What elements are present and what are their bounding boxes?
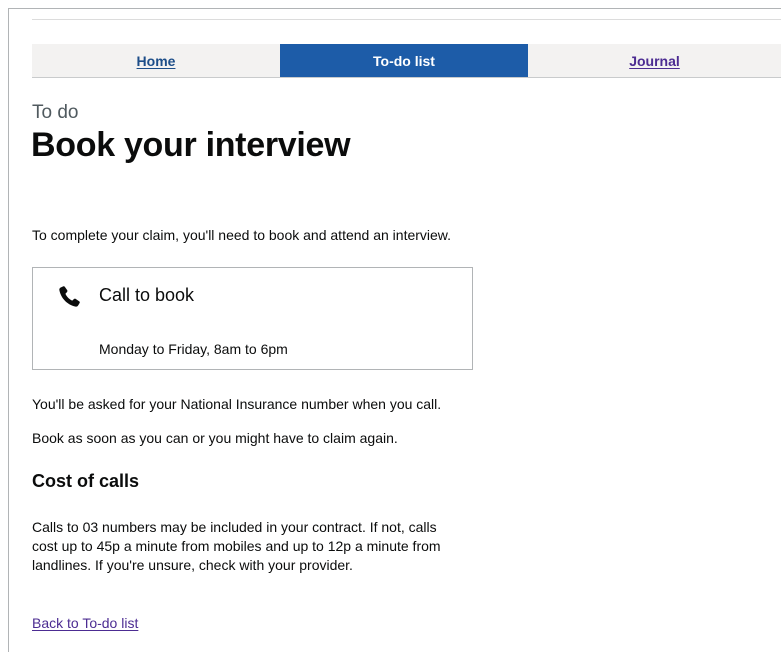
primary-navigation: Home To-do list Journal <box>32 44 781 78</box>
frame-top-border <box>8 8 781 9</box>
header-divider <box>32 19 781 20</box>
phone-icon <box>59 286 80 307</box>
cost-text-line-2: cost up to 45p a minute from mobiles and… <box>32 538 441 554</box>
call-hours-text: Monday to Friday, 8am to 6pm <box>99 341 288 357</box>
call-to-book-title: Call to book <box>99 285 195 305</box>
nav-home-link[interactable]: Home <box>32 44 280 77</box>
national-insurance-note: You'll be asked for your National Insura… <box>32 396 442 412</box>
intro-text: To complete your claim, you'll need to b… <box>32 227 452 243</box>
nav-journal-link[interactable]: Journal <box>528 44 781 77</box>
page-caption: To do <box>32 102 79 123</box>
cost-of-calls-heading: Cost of calls <box>32 471 140 491</box>
frame-left-border <box>8 8 9 652</box>
book-soon-note: Book as soon as you can or you might hav… <box>32 430 398 446</box>
nav-todo-list-link[interactable]: To-do list <box>280 44 528 77</box>
cost-text-line-3: landlines. If you're unsure, check with … <box>32 557 353 573</box>
cost-text-line-1: Calls to 03 numbers may be included in y… <box>32 519 437 535</box>
page-title: Book your interview <box>31 126 351 164</box>
call-to-book-card: Call to book Monday to Friday, 8am to 6p… <box>32 267 473 370</box>
back-to-todo-list-link[interactable]: Back to To-do list <box>32 615 138 631</box>
